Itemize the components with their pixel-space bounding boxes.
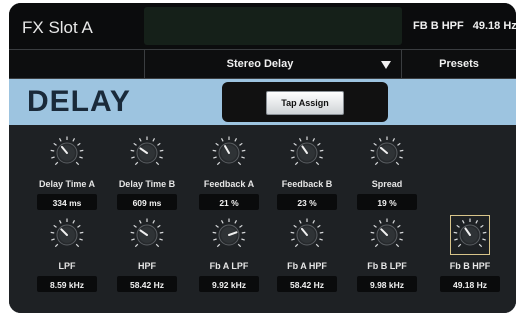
selector-row: Stereo Delay Presets — [9, 49, 516, 79]
fx-slot-window: FX Slot A FB B HPF 49.18 Hz Stereo Delay … — [9, 3, 516, 313]
slot-title: FX Slot A — [22, 18, 93, 37]
readout-param-value: 49.18 Hz — [472, 20, 516, 32]
parameter-readout: FB B HPF 49.18 Hz — [413, 20, 516, 32]
presets-button[interactable]: Presets — [402, 50, 516, 78]
knob-value: 8.59 kHz — [49, 280, 85, 290]
knob-label: Delay Time B — [118, 179, 176, 189]
knob-label: Spread — [371, 179, 403, 189]
knob-value-box: 23 % — [277, 194, 337, 210]
knob-value-box: 58.42 Hz — [117, 276, 177, 292]
knob-value: 49.18 Hz — [452, 280, 488, 290]
knob-value: 58.42 Hz — [289, 280, 325, 290]
effect-type-dropdown[interactable]: Stereo Delay — [144, 50, 402, 78]
knob-value: 9.92 kHz — [211, 280, 247, 290]
readout-param-name: FB B HPF — [413, 20, 464, 32]
knob-control[interactable]: Fb A LPF 9.92 kHz — [189, 215, 269, 297]
knob-label: Fb B LPF — [367, 261, 407, 271]
knob-value-box: 49.18 Hz — [440, 276, 500, 292]
knob-label: Delay Time A — [38, 179, 96, 189]
knob-value: 19 % — [377, 198, 397, 208]
knob-control[interactable]: Fb A HPF 58.42 Hz — [267, 215, 347, 297]
knob-value: 23 % — [297, 198, 317, 208]
knob-value-box: 9.98 kHz — [357, 276, 417, 292]
knob-value: 58.42 Hz — [129, 280, 165, 290]
knob-control[interactable]: Fb B HPF 49.18 Hz — [430, 215, 510, 297]
fx-display-screen — [144, 7, 402, 45]
knob-label: Feedback A — [203, 179, 255, 189]
knob-label: HPF — [138, 261, 156, 271]
knob-label: Fb B HPF — [449, 261, 491, 271]
knob-control[interactable]: Feedback A 21 % — [189, 133, 269, 215]
knob-value-box: 609 ms — [117, 194, 177, 210]
knob-control[interactable]: Delay Time B 609 ms — [107, 133, 187, 215]
knob-value-box: 21 % — [199, 194, 259, 210]
knob-label: Fb A LPF — [209, 261, 249, 271]
presets-label: Presets — [439, 58, 479, 70]
knob-value-box: 8.59 kHz — [37, 276, 97, 292]
knob-value-box: 9.92 kHz — [199, 276, 259, 292]
dropdown-arrow-icon — [381, 61, 391, 69]
knob-control[interactable]: LPF 8.59 kHz — [27, 215, 107, 297]
effect-banner: DELAY Tap Assign — [9, 79, 516, 125]
knob-value-box: 19 % — [357, 194, 417, 210]
effect-title: DELAY — [27, 85, 131, 118]
knob-value-box: 334 ms — [37, 194, 97, 210]
knob-value: 334 ms — [52, 198, 82, 208]
knob-value: 21 % — [219, 198, 239, 208]
knob-value: 9.98 kHz — [369, 280, 405, 290]
tap-assign-button[interactable]: Tap Assign — [266, 91, 344, 115]
knob-value-box: 58.42 Hz — [277, 276, 337, 292]
knob-label: LPF — [58, 261, 76, 271]
knob-control[interactable]: Spread 19 % — [347, 133, 427, 215]
knob-label: Fb A HPF — [287, 261, 327, 271]
parameter-panel: Delay Time A 334 ms Delay Time B 609 ms Fe… — [9, 125, 516, 313]
header-bar: FX Slot A FB B HPF 49.18 Hz — [9, 3, 516, 49]
knob-control[interactable]: Feedback B 23 % — [267, 133, 347, 215]
effect-type-label: Stereo Delay — [226, 58, 294, 70]
knob-control[interactable]: Fb B LPF 9.98 kHz — [347, 215, 427, 297]
knob-label: Feedback B — [281, 179, 333, 189]
knob-control[interactable]: Delay Time A 334 ms — [27, 133, 107, 215]
tap-assign-label: Tap Assign — [281, 98, 329, 108]
knob-value: 609 ms — [132, 198, 162, 208]
tap-assign-panel: Tap Assign — [222, 82, 388, 122]
knob-control[interactable]: HPF 58.42 Hz — [107, 215, 187, 297]
